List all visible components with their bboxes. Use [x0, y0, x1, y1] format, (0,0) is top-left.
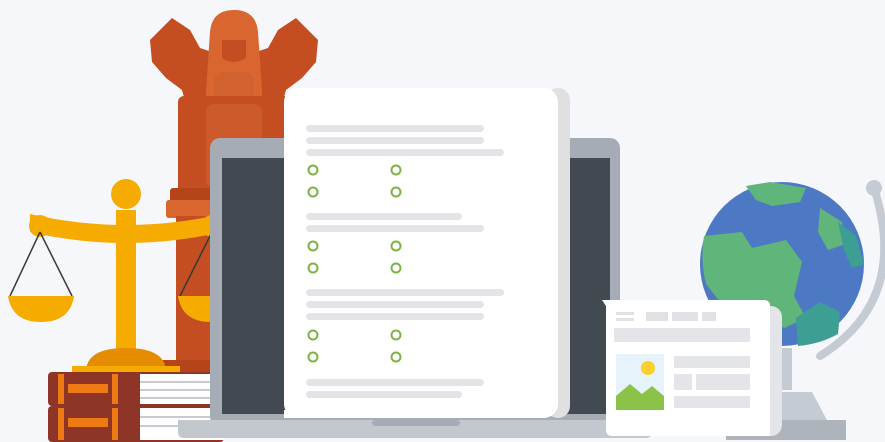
form-text-line — [306, 391, 462, 398]
form-text-line — [306, 137, 484, 144]
form-text-line — [306, 125, 484, 132]
form-text-line — [306, 379, 484, 386]
form-text-line — [306, 301, 484, 308]
form-text-line — [306, 213, 462, 220]
newspaper-icon — [602, 300, 782, 436]
form-text-line — [306, 289, 504, 296]
form-text-line — [306, 225, 484, 232]
form-text-line — [306, 313, 484, 320]
form-document-icon — [284, 88, 570, 418]
image-placeholder-icon — [616, 354, 664, 410]
civic-education-illustration — [8, 10, 885, 442]
form-text-line — [306, 149, 504, 156]
